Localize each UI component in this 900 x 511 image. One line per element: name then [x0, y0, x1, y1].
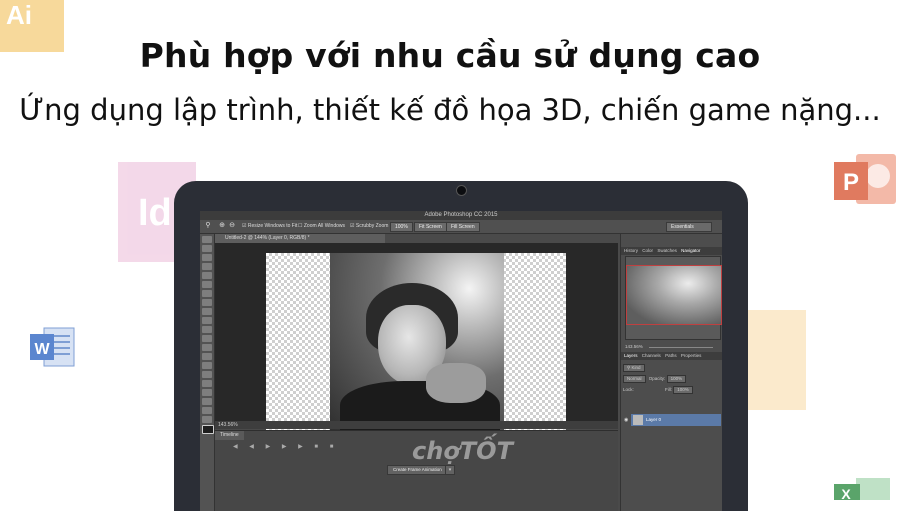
scrubby-zoom-checkbox[interactable]: ☑ Scrubby Zoom: [350, 222, 388, 230]
eyedropper-tool-icon[interactable]: [202, 281, 212, 288]
hand-tool-icon[interactable]: [202, 398, 212, 405]
options-bar: ⚲ ⊕ ⊖ ☑ Resize Windows to Fit ☐ Zoom All…: [200, 220, 722, 234]
zoom-100-button[interactable]: 100%: [390, 222, 413, 232]
history-brush-tool-icon[interactable]: [202, 317, 212, 324]
lasso-tool-icon[interactable]: [202, 254, 212, 261]
powerpoint-icon: P: [832, 150, 898, 212]
right-panels: History Color Swatches Navigator 143.56%…: [620, 234, 722, 511]
tab-navigator[interactable]: Navigator: [681, 248, 700, 253]
layer-kind-label: Kind: [631, 365, 641, 370]
illustrator-icon: Ai: [0, 0, 64, 52]
lock-row: Lock: Fill: 100%: [623, 386, 721, 394]
marquee-tool-icon[interactable]: [202, 245, 212, 252]
extra-tools-icon[interactable]: [202, 416, 212, 423]
zoom-all-label: Zoom All Windows: [303, 223, 345, 229]
file-icon: [744, 310, 806, 410]
path-select-tool-icon[interactable]: [202, 380, 212, 387]
photo-layer: [330, 253, 504, 431]
color-swatch-icon[interactable]: [202, 425, 214, 434]
word-icon-letter: W: [34, 341, 50, 358]
zoom-tool-icon-2[interactable]: [202, 407, 212, 414]
photo-arm: [426, 363, 486, 403]
navigator-zoom[interactable]: 143.56%: [625, 344, 643, 349]
zoom-tool-icon[interactable]: ⚲: [204, 222, 212, 230]
blend-row: Normal Opacity: 100%: [623, 375, 721, 383]
canvas-area[interactable]: [215, 243, 618, 431]
subline: Ứng dụng lập trình, thiết kế đồ họa 3D, …: [19, 93, 881, 127]
indesign-icon-letters: Id: [138, 192, 172, 234]
stamp-tool-icon[interactable]: [202, 308, 212, 315]
opacity-input[interactable]: 100%: [666, 375, 687, 383]
window-title: Adobe Photoshop CC 2015: [200, 211, 722, 220]
powerpoint-icon-graphic: P: [834, 154, 896, 204]
tab-channels[interactable]: Channels: [642, 353, 661, 358]
scrubby-zoom-label: Scrubby Zoom: [355, 223, 389, 229]
fit-screen-button[interactable]: Fit Screen: [414, 222, 447, 232]
layer-filter-row: ⚲ Kind: [623, 364, 721, 372]
timeline-tab[interactable]: Timeline: [215, 431, 244, 440]
create-frame-animation-button[interactable]: Create Frame Animation: [387, 465, 448, 475]
excel-icon: X: [832, 470, 892, 502]
eraser-tool-icon[interactable]: [202, 326, 212, 333]
navigator-zoom-slider[interactable]: [649, 347, 713, 348]
tab-layers[interactable]: Layers: [624, 353, 638, 358]
brush-tool-icon[interactable]: [202, 299, 212, 306]
crop-tool-icon[interactable]: [202, 272, 212, 279]
chevron-down-icon[interactable]: ▾: [445, 465, 455, 475]
opacity-label: Opacity:: [648, 376, 666, 382]
timeline-controls[interactable]: ◀ ◀ ▶ ▶ ▶ ■ ■: [233, 443, 338, 450]
type-tool-icon[interactable]: [202, 371, 212, 378]
move-tool-icon[interactable]: [202, 236, 212, 243]
resize-windows-label: Resize Windows to Fit: [247, 223, 298, 229]
layer-visibility-eye-icon[interactable]: ◉: [624, 417, 628, 423]
webcam: [456, 185, 467, 196]
status-bar: 143.56%: [215, 421, 618, 429]
resize-windows-checkbox[interactable]: ☑ Resize Windows to Fit: [242, 222, 297, 230]
fill-input[interactable]: 100%: [673, 386, 693, 394]
blur-tool-icon[interactable]: [202, 344, 212, 351]
word-icon-graphic: W: [30, 327, 75, 367]
layer-thumbnail: [633, 415, 643, 425]
layer-name: Layer 0: [646, 417, 662, 422]
tab-paths[interactable]: Paths: [665, 353, 677, 358]
watermark: chợTỐT: [412, 437, 513, 465]
workspace-select[interactable]: Essentials: [666, 222, 712, 232]
dodge-tool-icon[interactable]: [202, 353, 212, 360]
navigator-thumbnail: [626, 265, 722, 325]
layer-kind-select[interactable]: ⚲ Kind: [623, 364, 645, 372]
blend-mode-select[interactable]: Normal: [623, 375, 646, 383]
illustrator-icon-letters: Ai: [6, 0, 32, 30]
navigator-preview[interactable]: [625, 256, 722, 340]
laptop: Adobe Photoshop CC 2015 ⚲ ⊕ ⊖ ☑ Resize W…: [174, 181, 748, 511]
navigator-panel-tabs: History Color Swatches Navigator: [621, 247, 722, 255]
zoom-out-icon[interactable]: ⊖: [228, 222, 236, 230]
layers-panel-tabs: Layers Channels Paths Properties: [621, 352, 722, 360]
tab-properties[interactable]: Properties: [681, 353, 702, 358]
excel-icon-graphic: X: [834, 478, 890, 502]
fill-screen-button[interactable]: Fill Screen: [446, 222, 480, 232]
excel-icon-letter: X: [841, 486, 851, 500]
healing-tool-icon[interactable]: [202, 290, 212, 297]
layer-item[interactable]: Layer 0: [631, 414, 721, 426]
tab-color[interactable]: Color: [642, 248, 653, 253]
tab-swatches[interactable]: Swatches: [657, 248, 677, 253]
word-icon: W: [28, 322, 78, 372]
laptop-screen: Adobe Photoshop CC 2015 ⚲ ⊕ ⊖ ☑ Resize W…: [200, 211, 722, 511]
fill-label: Fill:: [665, 387, 673, 393]
powerpoint-icon-letter: P: [843, 169, 859, 196]
zoom-all-checkbox[interactable]: ☐ Zoom All Windows: [298, 222, 345, 230]
status-zoom[interactable]: 143.56%: [218, 422, 238, 428]
tab-history[interactable]: History: [624, 248, 638, 253]
quick-select-tool-icon[interactable]: [202, 263, 212, 270]
shape-tool-icon[interactable]: [202, 389, 212, 396]
zoom-in-icon[interactable]: ⊕: [218, 222, 226, 230]
lock-label: Lock:: [623, 387, 634, 393]
gradient-tool-icon[interactable]: [202, 335, 212, 342]
document-tab[interactable]: Untitled-2 @ 144% (Layer 0, RGB/8) *: [215, 234, 385, 243]
tools-panel: [200, 234, 215, 511]
pen-tool-icon[interactable]: [202, 362, 212, 369]
headline: Phù hợp với nhu cầu sử dụng cao: [139, 36, 761, 75]
